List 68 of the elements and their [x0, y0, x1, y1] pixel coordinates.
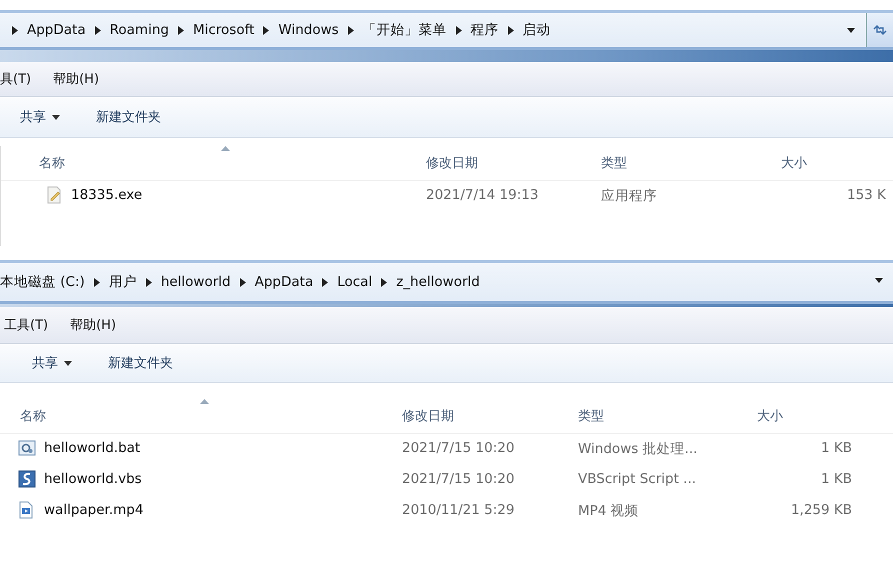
table-cell: MP4 视频: [578, 502, 639, 520]
table-cell: 1,259 KB: [790, 502, 852, 518]
table-cell: VBScript Script ...: [578, 471, 696, 487]
column-header[interactable]: 名称: [39, 154, 65, 172]
separator-icon: [240, 278, 246, 286]
table-cell: 2021/7/15 10:20: [402, 471, 514, 487]
separator-icon: [94, 278, 100, 286]
table-cell: 2021/7/15 10:20: [402, 440, 514, 456]
breadcrumb-item[interactable]: Microsoft: [192, 22, 254, 38]
breadcrumb-item[interactable]: Local: [337, 274, 372, 290]
toolbar-button[interactable]: 新建文件夹: [108, 351, 173, 375]
separator-icon: [263, 26, 270, 34]
address-bar[interactable]: 本地磁盘 (C:) 用户 helloworld AppData Local z_helloworld: [0, 260, 893, 304]
separator-icon: [381, 278, 388, 286]
dropdown-icon[interactable]: [847, 28, 855, 33]
table-cell: Windows 批处理...: [578, 440, 698, 458]
breadcrumb-item[interactable]: 程序: [470, 21, 499, 39]
file-name[interactable]: helloworld.bat: [44, 440, 140, 456]
breadcrumb-item[interactable]: helloworld: [160, 274, 231, 290]
menu-item[interactable]: 帮助(H): [70, 316, 116, 334]
separator-icon: [146, 278, 152, 286]
separator-icon: [456, 26, 462, 34]
breadcrumb-item[interactable]: AppData: [27, 22, 86, 38]
breadcrumb-item[interactable]: 启动: [522, 21, 551, 39]
refresh-icon: [873, 24, 887, 36]
breadcrumb-item[interactable]: 本地磁盘 (C:): [0, 273, 85, 291]
sort-arrow-icon: [221, 146, 230, 151]
separator-icon: [322, 278, 328, 286]
video-file-icon: [18, 501, 34, 519]
breadcrumb-item[interactable]: Windows: [278, 22, 339, 38]
table-cell: 1 KB: [821, 471, 852, 487]
sort-arrow-icon: [200, 399, 209, 404]
column-header[interactable]: 修改日期: [402, 407, 454, 425]
table-cell: 153 K: [847, 187, 886, 203]
toolbar-button[interactable]: 新建文件夹: [96, 105, 161, 129]
menu-item[interactable]: 工具(T): [4, 316, 48, 334]
table-cell: 1 KB: [821, 440, 852, 456]
menu-item[interactable]: 具(T): [0, 70, 32, 88]
table-cell: 2021/7/14 19:13: [426, 187, 538, 203]
breadcrumb-item[interactable]: AppData: [254, 274, 314, 290]
breadcrumb-item[interactable]: z_helloworld: [396, 274, 480, 290]
dropdown-icon[interactable]: [875, 278, 883, 283]
file-name[interactable]: wallpaper.mp4: [44, 502, 144, 518]
breadcrumb-item[interactable]: 用户: [108, 273, 137, 291]
column-header[interactable]: 修改日期: [426, 154, 478, 172]
column-header[interactable]: 类型: [601, 154, 627, 172]
column-header[interactable]: 类型: [578, 407, 604, 425]
column-header[interactable]: 名称: [20, 407, 46, 425]
gear-file-icon: [18, 439, 36, 457]
separator-icon: [178, 26, 184, 34]
separator-icon: [94, 26, 101, 34]
separator-icon: [508, 26, 514, 34]
file-name[interactable]: 18335.exe: [71, 187, 142, 203]
file-icon: [45, 186, 63, 204]
column-header[interactable]: 大小: [781, 154, 807, 172]
breadcrumb-item[interactable]: 「开始」菜单: [362, 21, 447, 39]
address-bar[interactable]: AppData Roaming Microsoft Windows 「开始」菜单 程序 启动: [0, 10, 893, 50]
menu-item[interactable]: 帮助(H): [53, 70, 100, 88]
breadcrumb-item[interactable]: Roaming: [110, 22, 169, 38]
toolbar-button[interactable]: 共享: [32, 351, 72, 375]
table-cell: 2010/11/21 5:29: [402, 502, 514, 518]
column-header[interactable]: 大小: [757, 407, 783, 425]
toolbar-button[interactable]: 共享: [20, 105, 60, 129]
table-cell: 应用程序: [601, 187, 657, 205]
script-icon: [18, 470, 36, 488]
refresh-button[interactable]: [866, 13, 893, 47]
file-name[interactable]: helloworld.vbs: [44, 471, 142, 487]
separator-icon: [348, 26, 354, 34]
